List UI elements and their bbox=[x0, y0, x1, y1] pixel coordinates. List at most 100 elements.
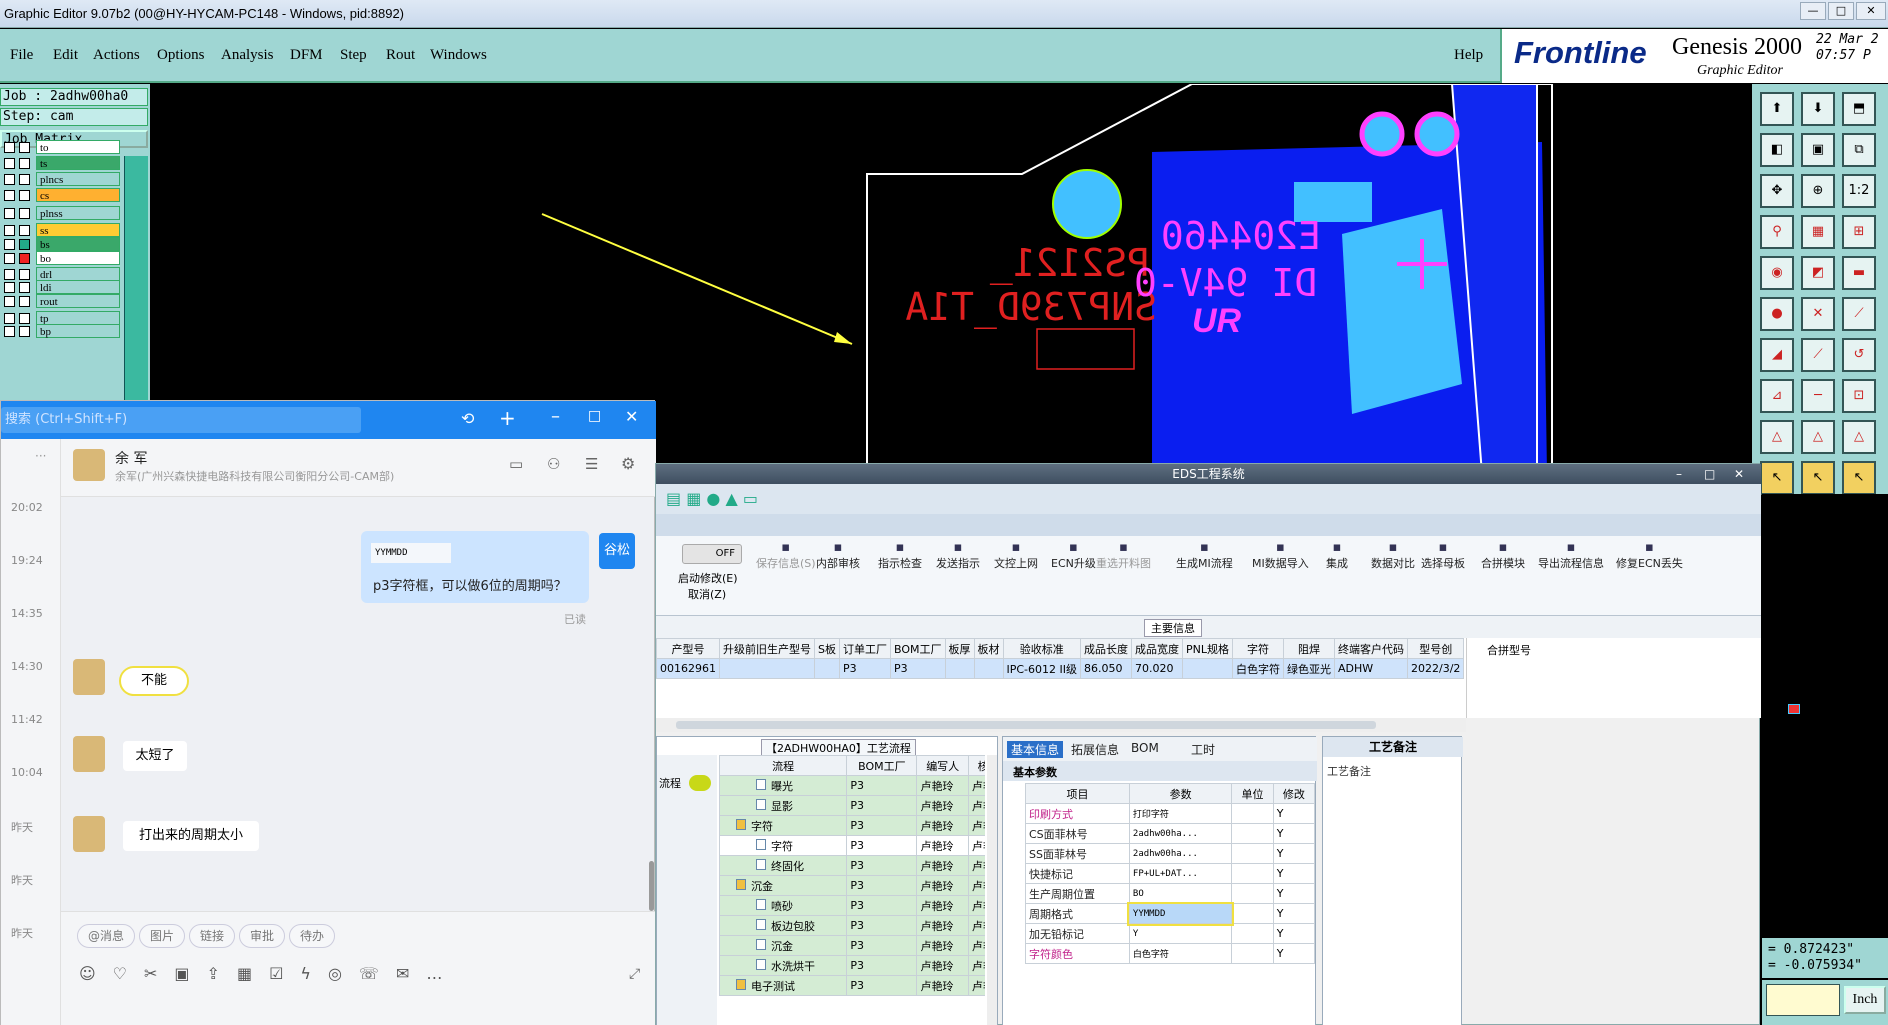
layer-row[interactable]: bp bbox=[2, 324, 120, 339]
comment-icon[interactable] bbox=[689, 775, 711, 791]
main-info-column-header[interactable]: S板 bbox=[814, 638, 840, 659]
layer-color-swatch[interactable] bbox=[19, 313, 30, 324]
layer-name[interactable]: tp bbox=[36, 311, 120, 325]
chat-maximize-icon[interactable]: □ bbox=[588, 408, 601, 424]
layer-display-checkbox[interactable] bbox=[4, 269, 15, 280]
params-column-header[interactable]: 单位 bbox=[1231, 783, 1274, 804]
main-info-column-header[interactable]: 产型号 bbox=[656, 638, 720, 659]
param-value-cell[interactable]: 打印字符 bbox=[1128, 803, 1233, 824]
tool-button[interactable]: ⊡ bbox=[1842, 379, 1876, 413]
layer-display-checkbox[interactable] bbox=[4, 142, 15, 153]
params-row[interactable]: 生产周期位置 BO Y bbox=[1025, 883, 1316, 904]
eds-tool-button[interactable]: ▪ 发送指示 bbox=[936, 540, 980, 600]
eds-tool-button[interactable]: ▪ 数据对比 bbox=[1371, 540, 1415, 600]
flow-column-header[interactable]: 编写人 bbox=[916, 755, 969, 776]
tool-button[interactable]: ● bbox=[1760, 297, 1794, 331]
flow-row[interactable]: 终固化P3卢艳玲卢艳玲已审核 bbox=[719, 855, 985, 876]
flow-row[interactable]: 电子测试P3卢艳玲卢艳玲已编写 bbox=[719, 975, 985, 996]
add-member-icon[interactable]: ⚇ bbox=[547, 455, 560, 473]
flow-row[interactable]: 沉金P3卢艳玲卢艳玲已审核 bbox=[719, 875, 985, 896]
layer-row[interactable]: bo bbox=[2, 251, 120, 266]
menu-file[interactable]: File bbox=[10, 47, 33, 64]
tool-button[interactable]: ⧉ bbox=[1842, 133, 1876, 167]
tool-button[interactable]: ◧ bbox=[1760, 133, 1794, 167]
layer-display-checkbox[interactable] bbox=[4, 225, 15, 236]
layer-color-swatch[interactable] bbox=[19, 142, 30, 153]
flow-row[interactable]: 沉金P3卢艳玲卢艳玲已审核 bbox=[719, 935, 985, 956]
layer-name[interactable]: cs bbox=[36, 188, 120, 202]
reply-bubble-3[interactable]: 打出来的周期太小 bbox=[123, 821, 259, 851]
layer-display-checkbox[interactable] bbox=[4, 239, 15, 250]
tool-button[interactable]: ⟋ bbox=[1842, 297, 1876, 331]
layer-color-swatch[interactable] bbox=[19, 190, 30, 201]
folder-icon[interactable]: ▭ bbox=[509, 455, 523, 473]
info-tab[interactable]: BOM bbox=[1127, 741, 1163, 755]
param-value-cell[interactable]: FP+UL+DAT... bbox=[1128, 863, 1233, 884]
menu-rout[interactable]: Rout bbox=[386, 47, 415, 64]
tool-button[interactable]: ↖ bbox=[1801, 461, 1835, 495]
tool-button[interactable]: ─ bbox=[1801, 379, 1835, 413]
layer-name[interactable]: plncs bbox=[36, 172, 120, 186]
params-column-header[interactable]: 修改 bbox=[1272, 783, 1316, 804]
eds-tool-button[interactable]: ▪ 指示检查 bbox=[878, 540, 922, 600]
flow-row[interactable]: 曝光P3卢艳玲卢艳玲已审核 bbox=[719, 775, 985, 796]
eds-tool-button[interactable]: ▪ 内部审核 bbox=[816, 540, 860, 600]
tool-button[interactable]: △ bbox=[1760, 420, 1794, 454]
eds-tool-button[interactable]: ▪ 修复ECN丢失 bbox=[1616, 540, 1683, 600]
minimize-button[interactable]: — bbox=[1800, 2, 1826, 20]
eds-tool-button[interactable]: ▪ ECN升级 bbox=[1051, 540, 1096, 600]
layer-color-swatch[interactable] bbox=[19, 174, 30, 185]
eds-tool-button[interactable]: ▪ 选择母板 bbox=[1421, 540, 1465, 600]
h-scrollbar[interactable] bbox=[656, 718, 1466, 732]
contact-avatar[interactable] bbox=[73, 449, 105, 481]
maximize-button[interactable]: □ bbox=[1828, 2, 1854, 20]
menu-help[interactable]: Help bbox=[1454, 47, 1483, 64]
layer-color-swatch[interactable] bbox=[19, 326, 30, 337]
input-toolbar-icons[interactable]: ☺♡✂▣⇪▦☑ϟ◎☏✉… bbox=[79, 964, 459, 983]
eds-tool-button[interactable]: ▪ 重选开料图 bbox=[1096, 540, 1151, 600]
main-info-cell[interactable] bbox=[1182, 658, 1234, 679]
main-info-cell[interactable]: IPC-6012 II级 bbox=[1002, 658, 1082, 679]
layer-color-swatch[interactable] bbox=[19, 296, 30, 307]
reply-avatar-1[interactable] bbox=[73, 659, 105, 695]
layer-row[interactable]: ss bbox=[2, 223, 120, 238]
main-info-cell[interactable]: 00162961 bbox=[656, 658, 720, 679]
param-value-cell[interactable]: 白色字符 bbox=[1128, 943, 1233, 964]
info-tab[interactable]: 基本信息 bbox=[1007, 741, 1064, 758]
layer-display-checkbox[interactable] bbox=[4, 313, 15, 324]
main-info-cell[interactable]: 70.020 bbox=[1131, 658, 1184, 679]
main-info-column-header[interactable]: 成品宽度 bbox=[1131, 638, 1184, 659]
chat-scrollbar[interactable] bbox=[649, 861, 654, 911]
info-tab[interactable]: 拓展信息 bbox=[1067, 741, 1123, 758]
tool-button[interactable]: ⊿ bbox=[1760, 379, 1794, 413]
layer-color-swatch[interactable] bbox=[19, 158, 30, 169]
main-info-cell[interactable]: 2022/3/2 bbox=[1407, 658, 1465, 679]
main-info-column-header[interactable]: 字符 bbox=[1232, 638, 1285, 659]
main-info-column-header[interactable]: 终端客户代码 bbox=[1334, 638, 1409, 659]
flow-row[interactable]: 板边包胶P3卢艳玲卢艳玲已审核 bbox=[719, 915, 985, 936]
main-info-cell[interactable]: 绿色亚光 bbox=[1283, 658, 1336, 679]
main-info-column-header[interactable]: 验收标准 bbox=[1002, 638, 1082, 659]
layer-name[interactable]: bp bbox=[36, 324, 120, 338]
params-column-header[interactable]: 参数 bbox=[1128, 783, 1233, 804]
layer-row[interactable]: bs bbox=[2, 237, 120, 252]
param-value-cell[interactable]: 2adhw00ha... bbox=[1128, 823, 1233, 844]
params-row[interactable]: 字符颜色 白色字符 Y bbox=[1025, 943, 1316, 964]
main-info-column-header[interactable]: 订单工厂 bbox=[838, 638, 891, 659]
menu-windows[interactable]: Windows bbox=[430, 47, 487, 64]
sent-message-bubble[interactable]: YYMMDD p3字符框，可以做6位的周期吗？ bbox=[361, 531, 589, 603]
tool-button[interactable]: ⚲ bbox=[1760, 215, 1794, 249]
main-info-cell[interactable]: P3 bbox=[889, 658, 946, 679]
side-canvas[interactable] bbox=[1762, 494, 1888, 938]
params-row[interactable]: 快捷标记 FP+UL+DAT... Y bbox=[1025, 863, 1316, 884]
info-tab[interactable]: 工时 bbox=[1187, 741, 1219, 758]
main-info-cell[interactable]: 86.050 bbox=[1080, 658, 1133, 679]
layer-name[interactable]: drl bbox=[36, 267, 120, 281]
layer-display-checkbox[interactable] bbox=[4, 296, 15, 307]
start-modify-label[interactable]: 启动修改(E) bbox=[678, 570, 738, 586]
main-info-column-header[interactable]: PNL规格 bbox=[1182, 638, 1234, 659]
menu-dfm[interactable]: DFM bbox=[290, 47, 323, 64]
flow-row[interactable]: 显影P3卢艳玲卢艳玲已审核 bbox=[719, 795, 985, 816]
menu-options[interactable]: Options bbox=[157, 47, 205, 64]
main-info-column-header[interactable]: 阻焊 bbox=[1283, 638, 1336, 659]
